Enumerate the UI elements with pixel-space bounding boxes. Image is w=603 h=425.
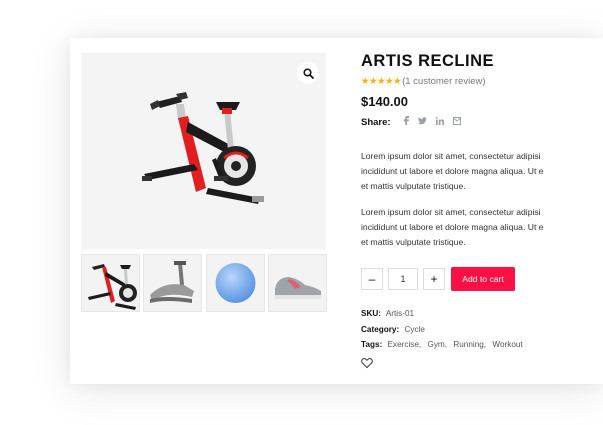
product-description-paragraph: Lorem ipsum dolor sit amet, consectetur …	[361, 205, 603, 249]
description-line: Lorem ipsum dolor sit amet, consectetur …	[361, 207, 541, 217]
treadmill-icon	[150, 261, 194, 303]
product-price: $140.00	[361, 94, 408, 109]
product-main-image[interactable]	[81, 53, 326, 249]
description-line: Lorem ipsum dolor sit amet, consectetur …	[361, 151, 541, 161]
tag-link[interactable]: Workout	[492, 340, 522, 349]
quantity-increase-button[interactable]: +	[423, 268, 445, 290]
facebook-icon[interactable]	[403, 116, 409, 128]
email-icon[interactable]	[452, 116, 461, 128]
customer-review-link[interactable]: (1 customer review)	[402, 76, 485, 87]
zoom-button[interactable]	[297, 62, 319, 84]
tags-label: Tags:	[361, 340, 383, 349]
quantity-input[interactable]	[388, 268, 418, 290]
share-label: Share:	[361, 116, 391, 128]
tag-link[interactable]: Exercise,	[388, 340, 422, 349]
twitter-icon[interactable]	[417, 116, 427, 128]
thumbnail-exercise-ball[interactable]	[206, 254, 265, 312]
thumbnail-treadmill[interactable]	[143, 254, 202, 312]
tags-row: Tags: Exercise, Gym, Running, Workout	[361, 340, 523, 349]
product-summary: ARTIS RECLINE ★★★★★ (1 customer review) …	[361, 38, 603, 384]
exercise-bike-icon	[88, 264, 137, 310]
product-card: ARTIS RECLINE ★★★★★ (1 customer review) …	[70, 38, 603, 384]
rating-row: ★★★★★ (1 customer review)	[361, 75, 486, 87]
linkedin-icon[interactable]	[435, 116, 444, 128]
category-row: Category: Cycle	[361, 325, 425, 334]
category-label: Category:	[361, 325, 400, 334]
sku-label: SKU:	[361, 309, 382, 318]
thumbnail-sneaker[interactable]	[268, 254, 327, 312]
description-line: incididunt ut labore et dolore magna ali…	[361, 165, 544, 176]
description-line: incididunt ut labore et dolore magna ali…	[361, 221, 544, 232]
description-line: et mattis vulputate tristique.	[361, 236, 466, 247]
heart-icon[interactable]	[361, 357, 373, 369]
star-rating: ★★★★★	[361, 75, 402, 87]
product-description-paragraph: Lorem ipsum dolor sit amet, consectetur …	[361, 149, 603, 193]
thumbnail-exercise-bike[interactable]	[81, 254, 140, 312]
quantity-decrease-button[interactable]: –	[361, 268, 383, 290]
sku-row: SKU: Artis-01	[361, 309, 414, 318]
sku-value: Artis-01	[385, 309, 415, 318]
exercise-ball-icon	[215, 263, 256, 303]
thumbnail-strip	[81, 254, 327, 312]
magnifier-icon	[302, 67, 314, 79]
add-to-cart-button[interactable]: Add to cart	[451, 267, 515, 291]
add-to-cart-row: – + Add to cart	[361, 267, 515, 291]
tag-link[interactable]: Gym,	[427, 340, 447, 349]
product-title: ARTIS RECLINE	[361, 52, 495, 70]
category-link[interactable]: Cycle	[405, 325, 425, 334]
exercise-bike-image	[142, 92, 264, 204]
tag-link[interactable]: Running,	[453, 340, 486, 349]
description-line: et mattis vulputate tristique.	[361, 180, 466, 191]
share-row: Share:	[361, 116, 470, 128]
sneaker-icon	[274, 277, 322, 299]
